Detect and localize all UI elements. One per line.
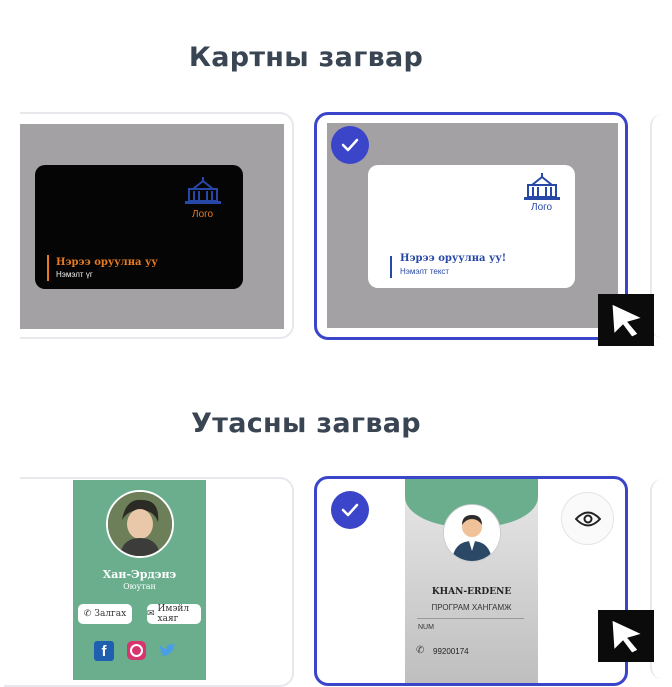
phone-template-green[interactable]: Хан-Эрдэнэ Оюутан ✆ Залгах ✉ Имэйл хаяг … [4,477,294,687]
email-icon: ✉ [147,609,155,619]
profile-role: ПРОГРАМ ХАНГАМЖ [431,603,512,612]
logo-label: Лого [531,202,553,213]
profile-name: Хан-Эрдэнэ [102,568,177,581]
logo-icon [185,177,221,204]
eye-icon [574,511,601,526]
card-template-dark[interactable]: Лого Нэрээ оруулна уу Нэмэлт үг [4,112,294,339]
card-name: Нэрээ оруулна уу! [400,253,507,264]
phone-icon: ✆ [83,609,92,619]
card-subtitle: Нэмэлт үг [56,270,93,279]
logo-label: Лого [192,209,214,220]
num-label: NUM [418,624,434,631]
cursor-indicator [598,610,654,662]
instagram-icon[interactable] [127,641,146,660]
selected-check-badge [331,126,369,164]
profile-name: KHAN-ERDENE [431,587,512,597]
twitter-icon[interactable] [159,643,177,658]
email-button[interactable]: ✉ Имэйл хаяг [147,604,201,624]
profile-role: Оюутан [123,582,156,591]
phone-section-title: Утасны загвар [191,408,421,439]
business-card-preview: Лого Нэрээ оруулна уу Нэмэлт үг [35,165,243,289]
business-card-preview: Лого Нэрээ оруулна уу! Нэмэлт текст [368,165,575,288]
check-icon [341,503,359,517]
call-button[interactable]: ✆ Залгах [78,604,132,624]
selected-check-badge [331,491,369,529]
cursor-icon [611,619,644,654]
avatar [443,504,501,562]
cursor-icon [611,303,644,338]
check-icon [341,138,359,152]
preview-button[interactable] [561,492,614,545]
facebook-icon[interactable]: f [94,641,114,661]
card-name: Нэрээ оруулна уу [56,257,158,268]
card-section-title: Картны загвар [188,42,424,73]
cursor-indicator [598,294,654,346]
logo-icon [524,173,560,200]
profile-phone: 99200174 [433,647,469,656]
phone-icon: ✆ [416,645,425,656]
card-subtitle: Нэмэлт текст [400,267,450,276]
avatar [106,490,174,558]
